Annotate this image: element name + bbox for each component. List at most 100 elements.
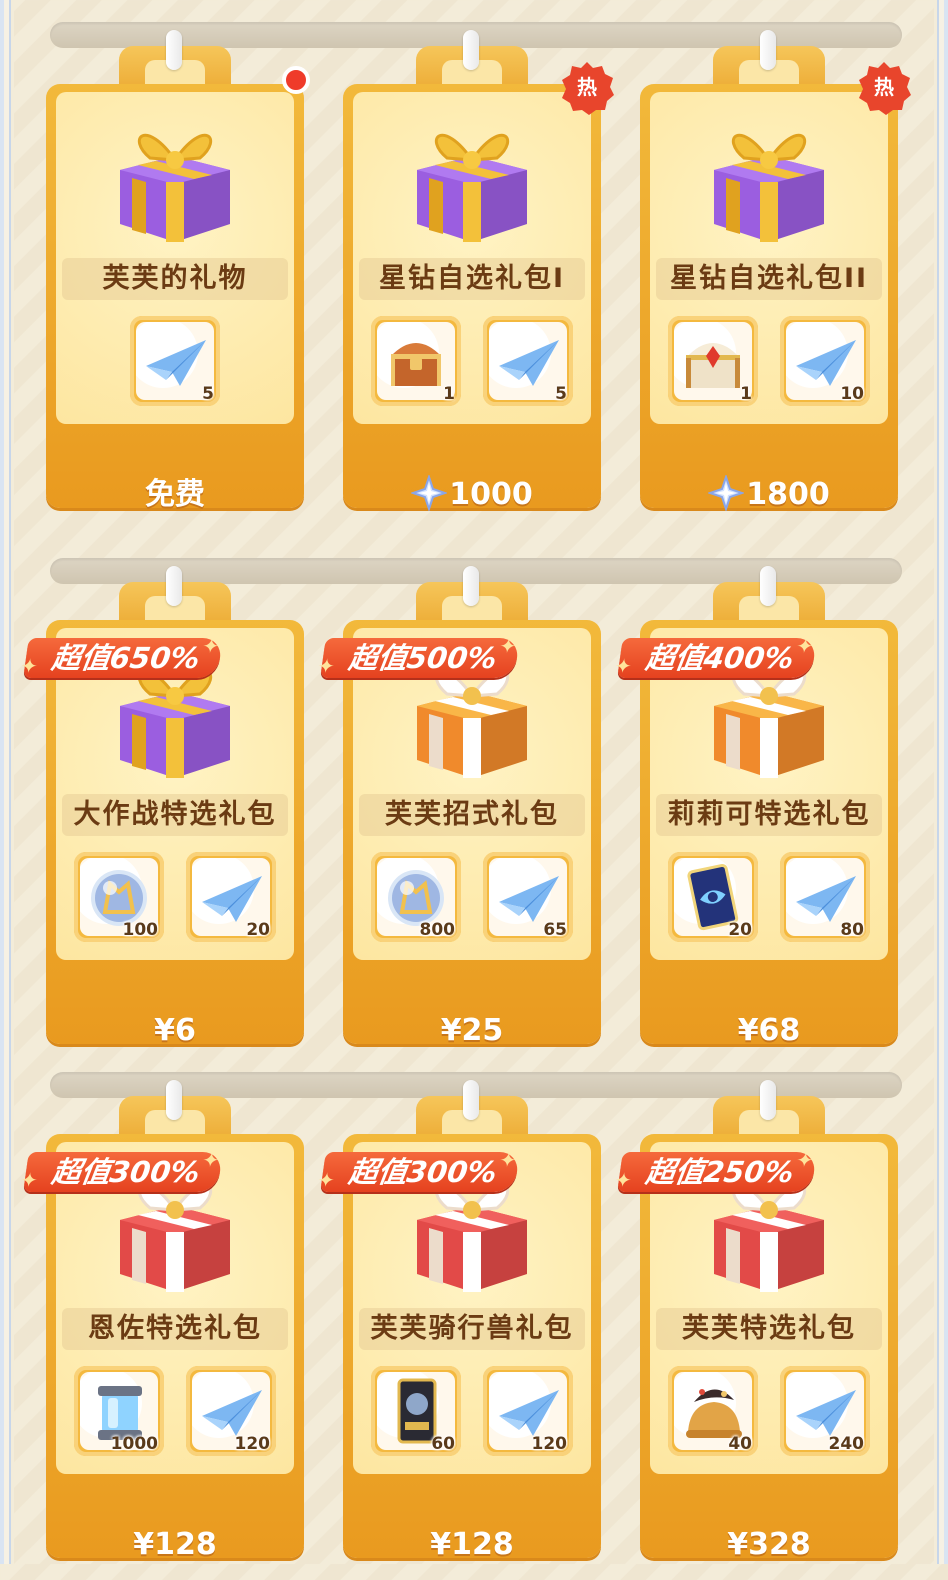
reward-quantity: 5 [202,384,214,404]
reward-list: 60 120 [353,1366,591,1456]
reward-item[interactable]: 60 [371,1366,461,1456]
reward-item[interactable]: 120 [186,1366,276,1456]
buy-button[interactable]: ¥128 [46,1510,304,1580]
buy-button[interactable]: ¥68 [640,996,898,1066]
value-badge-label: 超值300% [346,1155,499,1189]
reward-quantity: 800 [419,920,456,940]
reward-item[interactable]: 100 [74,852,164,942]
gift-pack-card[interactable]: 芙芙招式礼包 800 65 ¥25 ✦ 超值500% ✦ [316,566,601,1048]
price-label: ¥25 [440,1013,504,1048]
value-badge-label: 超值400% [643,641,796,675]
price-label: ¥128 [133,1527,217,1562]
card-body: 芙芙骑行兽礼包 60 120 ¥128 [343,1134,601,1562]
reward-quantity: 5 [555,384,567,404]
reward-quantity: 80 [840,920,864,940]
buy-button[interactable]: ¥128 [343,1510,601,1580]
price-label: 1800 [746,477,830,512]
pack-name: 芙芙的礼物 [62,258,288,300]
price-label: 免费 [145,477,205,512]
buy-button[interactable]: 免费 [46,460,304,530]
buy-button[interactable]: ¥25 [343,996,601,1066]
card-clip [760,1080,776,1120]
reward-item[interactable]: 20 [186,852,276,942]
gift-box-icon [714,133,824,242]
reward-quantity: 65 [543,920,567,940]
reward-item[interactable]: 10 [780,316,870,406]
value-badge: ✦ 超值650% ✦ [19,634,223,678]
gift-pack-card[interactable]: 星钻自选礼包II 1 10 1800 热 [640,30,911,512]
card-clip [463,30,479,70]
reward-item[interactable]: 40 [668,1366,758,1456]
price-label: 1000 [449,477,533,512]
reward-item[interactable]: 1 [668,316,758,406]
value-badge: ✦ 超值500% ✦ [316,634,520,678]
left-frame-border [0,0,14,1564]
card-inner-panel: 芙芙的礼物 5 [56,92,294,424]
card-body: 星钻自选礼包II 1 10 1800 [640,84,898,512]
card-clip [166,566,182,606]
buy-button[interactable]: ¥6 [46,996,304,1066]
reward-item[interactable]: 20 [668,852,758,942]
value-badge-label: 超值300% [49,1155,202,1189]
gift-box-icon [417,133,527,242]
card-body: 大作战特选礼包 100 20 ¥6 [46,620,304,1048]
value-badge: ✦ 超值400% ✦ [613,634,817,678]
reward-list: 1 5 [353,316,591,406]
card-clip [463,1080,479,1120]
right-frame-border [934,0,948,1564]
pack-name: 芙芙特选礼包 [656,1308,882,1350]
reward-quantity: 10 [840,384,864,404]
price-label: ¥6 [154,1013,196,1048]
reward-item[interactable]: 800 [371,852,461,942]
reward-list: 100 20 [56,852,294,942]
buy-button[interactable]: 1800 [640,460,898,530]
pack-name: 恩佐特选礼包 [62,1308,288,1350]
pack-name: 芙芙骑行兽礼包 [359,1308,585,1350]
card-body: 恩佐特选礼包 1000 120 ¥128 [46,1134,304,1562]
card-body: 星钻自选礼包I 1 5 1000 [343,84,601,512]
reward-item[interactable]: 1 [371,316,461,406]
value-badge-label: 超值650% [49,641,202,675]
reward-quantity: 240 [828,1434,865,1454]
gift-pack-card[interactable]: 芙芙骑行兽礼包 60 120 ¥128 ✦ 超值300% ✦ [316,1080,601,1562]
gift-box-icon [120,133,230,242]
card-inner-panel: 星钻自选礼包I 1 5 [353,92,591,424]
reward-item[interactable]: 80 [780,852,870,942]
reward-quantity: 100 [122,920,159,940]
reward-item[interactable]: 65 [483,852,573,942]
card-clip [760,30,776,70]
gift-pack-card[interactable]: 芙芙特选礼包 40 240 ¥328 ✦ 超值250% ✦ [613,1080,898,1562]
card-clip [166,1080,182,1120]
reward-list: 40 240 [650,1366,888,1456]
reward-item[interactable]: 5 [483,316,573,406]
hot-badge-label: 热 [577,75,597,99]
buy-button[interactable]: 1000 [343,460,601,530]
card-body: 芙芙的礼物 5 免费 [46,84,304,512]
reward-quantity: 120 [531,1434,568,1454]
reward-list: 1000 120 [56,1366,294,1456]
value-badge-label: 超值500% [346,641,499,675]
pack-name: 芙芙招式礼包 [359,794,585,836]
reward-list: 5 [56,316,294,406]
reward-quantity: 60 [431,1434,455,1454]
gift-pack-card[interactable]: 大作战特选礼包 100 20 ¥6 ✦ 超值650% ✦ [19,566,304,1048]
star-diamond-icon [708,474,745,511]
gift-pack-card[interactable]: 芙芙的礼物 5 免费 [46,30,310,512]
card-clip [463,566,479,606]
pack-name: 莉莉可特选礼包 [656,794,882,836]
pack-name: 星钻自选礼包I [359,258,585,300]
reward-item[interactable]: 120 [483,1366,573,1456]
gift-pack-card[interactable]: 恩佐特选礼包 1000 120 ¥128 ✦ 超值300% ✦ [19,1080,304,1562]
star-diamond-icon [411,474,448,511]
reward-list: 800 65 [353,852,591,942]
gift-pack-card[interactable]: 莉莉可特选礼包 20 80 ¥68 ✦ 超值400% ✦ [613,566,898,1048]
value-badge: ✦ 超值300% ✦ [19,1148,223,1192]
reward-list: 1 10 [650,316,888,406]
gift-pack-card[interactable]: 星钻自选礼包I 1 5 1000 热 [343,30,614,512]
reward-item[interactable]: 240 [780,1366,870,1456]
reward-item[interactable]: 1000 [74,1366,164,1456]
buy-button[interactable]: ¥328 [640,1510,898,1580]
price-label: ¥128 [430,1527,514,1562]
reward-item[interactable]: 5 [130,316,220,406]
card-body: 莉莉可特选礼包 20 80 ¥68 [640,620,898,1048]
